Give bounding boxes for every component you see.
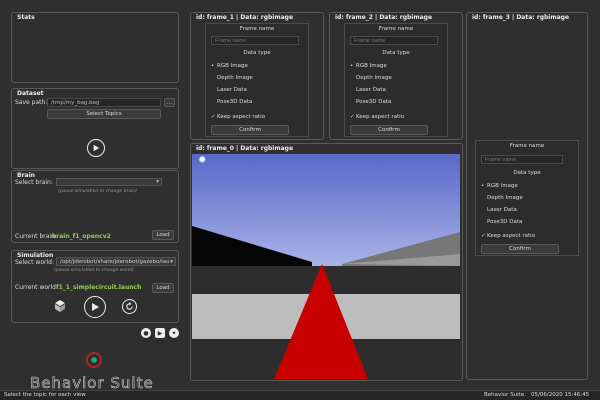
checkbox-label: Keep aspect ratio: [487, 233, 536, 239]
logo-text: Behavior Suite: [30, 374, 154, 390]
stats-title: Stats: [17, 14, 35, 21]
radio-rgb-image[interactable]: • RGB Image: [481, 183, 518, 189]
status-datetime: 05/06/2020 15:46:45: [531, 392, 590, 398]
confirm-button[interactable]: Confirm: [211, 125, 289, 135]
radio-label: RGB Image: [487, 183, 518, 189]
current-brain-label: Current brain:: [15, 233, 57, 240]
brain-hint: (pause simulation to change brain): [58, 189, 137, 194]
keep-aspect-checkbox[interactable]: ✓Keep aspect ratio: [350, 114, 404, 120]
data-type-label: Data type: [243, 50, 271, 56]
brain-title: Brain: [17, 172, 35, 179]
radio-rgb-image[interactable]: • RGB Image: [211, 63, 248, 69]
radio-depth-image[interactable]: Depth Image: [350, 75, 392, 81]
status-bar: Select the topic for each view Behavior …: [0, 390, 600, 400]
world-select-value: /opt/jderobot/share/jderobot/gazebo/lau: [60, 258, 170, 265]
frame-name-label: Frame name: [509, 143, 545, 149]
radio-laser-data[interactable]: Laser Data: [350, 87, 386, 93]
simulation-group: Simulation Select world: /opt/jderobot/s…: [11, 250, 179, 323]
status-message: Select the topic for each view: [4, 392, 86, 398]
gear-icon[interactable]: ✹: [198, 156, 206, 166]
radio-depth-image[interactable]: Depth Image: [211, 75, 253, 81]
dataset-title: Dataset: [17, 90, 44, 97]
dataset-group: Dataset Save path: /tmp/my_bag.bag ... S…: [11, 88, 179, 169]
frame-1-config: Frame name Data type •RGB Image Depth Im…: [205, 23, 309, 137]
camera-image: [192, 154, 460, 379]
radio-label: Laser Data: [217, 87, 247, 93]
cube-icon[interactable]: [54, 299, 66, 313]
sim-play-button[interactable]: [84, 296, 106, 318]
confirm-button[interactable]: Confirm: [481, 244, 559, 254]
keep-aspect-checkbox[interactable]: ✓Keep aspect ratio: [211, 114, 265, 120]
current-brain-value: brain_f1_opencv2: [52, 233, 111, 240]
select-brain-label: Select brain:: [15, 179, 53, 186]
select-world-label: Select world:: [15, 259, 54, 266]
radio-label: Pose3D Data: [487, 219, 523, 225]
frame-name-input[interactable]: [211, 36, 299, 45]
keep-aspect-checkbox[interactable]: ✓Keep aspect ratio: [481, 233, 535, 239]
data-type-label: Data type: [513, 170, 541, 176]
radio-laser-data[interactable]: Laser Data: [211, 87, 247, 93]
current-world-value: f1_1_simplecircuit.launch: [56, 284, 142, 291]
frame-0-panel: id: frame_0 | Data: rgbimage ✹: [190, 143, 463, 381]
radio-label: Laser Data: [356, 87, 386, 93]
radio-label: Depth Image: [217, 75, 253, 81]
radio-label: RGB Image: [217, 63, 248, 69]
current-world-label: Current world:: [15, 284, 58, 291]
frame-0-title: id: frame_0 | Data: rgbimage: [196, 145, 294, 152]
frame-name-input[interactable]: [350, 36, 438, 45]
save-path-label: Save path:: [15, 99, 48, 106]
radio-depth-image[interactable]: Depth Image: [481, 195, 523, 201]
radio-label: Depth Image: [487, 195, 523, 201]
select-topics-button[interactable]: Select Topics: [47, 109, 161, 119]
radio-label: Depth Image: [356, 75, 392, 81]
radio-label: Laser Data: [487, 207, 517, 213]
radio-pose3d-data[interactable]: Pose3D Data: [211, 99, 252, 105]
record-play-button[interactable]: [87, 139, 105, 157]
github-icon[interactable]: ●: [141, 328, 151, 338]
frame-name-label: Frame name: [239, 26, 275, 32]
frame-3-title: id: frame_3 | Data: rgbimage: [472, 14, 570, 21]
chevron-down-icon: ▾: [170, 258, 173, 265]
radio-pose3d-data[interactable]: Pose3D Data: [350, 99, 391, 105]
frame-2-title: id: frame_2 | Data: rgbimage: [335, 14, 433, 21]
world-select[interactable]: /opt/jderobot/share/jderobot/gazebo/lau …: [56, 257, 176, 266]
brain-select[interactable]: ▾: [56, 178, 162, 186]
frame-1-title: id: frame_1 | Data: rgbimage: [196, 14, 294, 21]
frame-3-panel: id: frame_3 | Data: rgbimage Frame name …: [466, 12, 588, 380]
radio-laser-data[interactable]: Laser Data: [481, 207, 517, 213]
data-type-label: Data type: [382, 50, 410, 56]
browse-button[interactable]: ...: [164, 98, 175, 107]
world-hint: (pause simulation to change world): [54, 268, 134, 273]
radio-pose3d-data[interactable]: Pose3D Data: [481, 219, 522, 225]
frame-2-panel: id: frame_2 | Data: rgbimage Frame name …: [329, 12, 463, 140]
frame-2-config: Frame name Data type •RGB Image Depth Im…: [344, 23, 448, 137]
frame-name-label: Frame name: [378, 26, 414, 32]
radio-label: Pose3D Data: [217, 99, 253, 105]
world-load-button[interactable]: Load: [152, 283, 174, 293]
confirm-button[interactable]: Confirm: [350, 125, 428, 135]
frame-1-panel: id: frame_1 | Data: rgbimage Frame name …: [190, 12, 324, 140]
frame-3-config: Frame name Data type •RGB Image Depth Im…: [475, 140, 579, 256]
chevron-down-icon: ▾: [156, 179, 159, 185]
radio-label: RGB Image: [356, 63, 387, 69]
play-icon: [92, 303, 99, 311]
checkbox-label: Keep aspect ratio: [217, 114, 266, 120]
reset-icon: [126, 302, 133, 310]
reset-button[interactable]: [122, 299, 137, 314]
simulation-title: Simulation: [17, 252, 54, 259]
status-app-name: Behavior Suite: [484, 392, 525, 398]
play-icon: [93, 144, 100, 152]
save-path-input[interactable]: /tmp/my_bag.bag: [47, 98, 161, 107]
youtube-icon[interactable]: ▶: [155, 328, 165, 338]
stats-group: Stats: [11, 12, 179, 83]
radio-label: Pose3D Data: [356, 99, 392, 105]
radio-rgb-image[interactable]: • RGB Image: [350, 63, 387, 69]
brain-group: Brain Select brain: ▾ (pause simulation …: [11, 170, 179, 243]
frame-name-input[interactable]: [481, 155, 563, 164]
checkbox-label: Keep aspect ratio: [356, 114, 405, 120]
brain-load-button[interactable]: Load: [152, 230, 174, 240]
logo-icon: [86, 352, 102, 368]
twitter-icon[interactable]: ✦: [169, 328, 179, 338]
